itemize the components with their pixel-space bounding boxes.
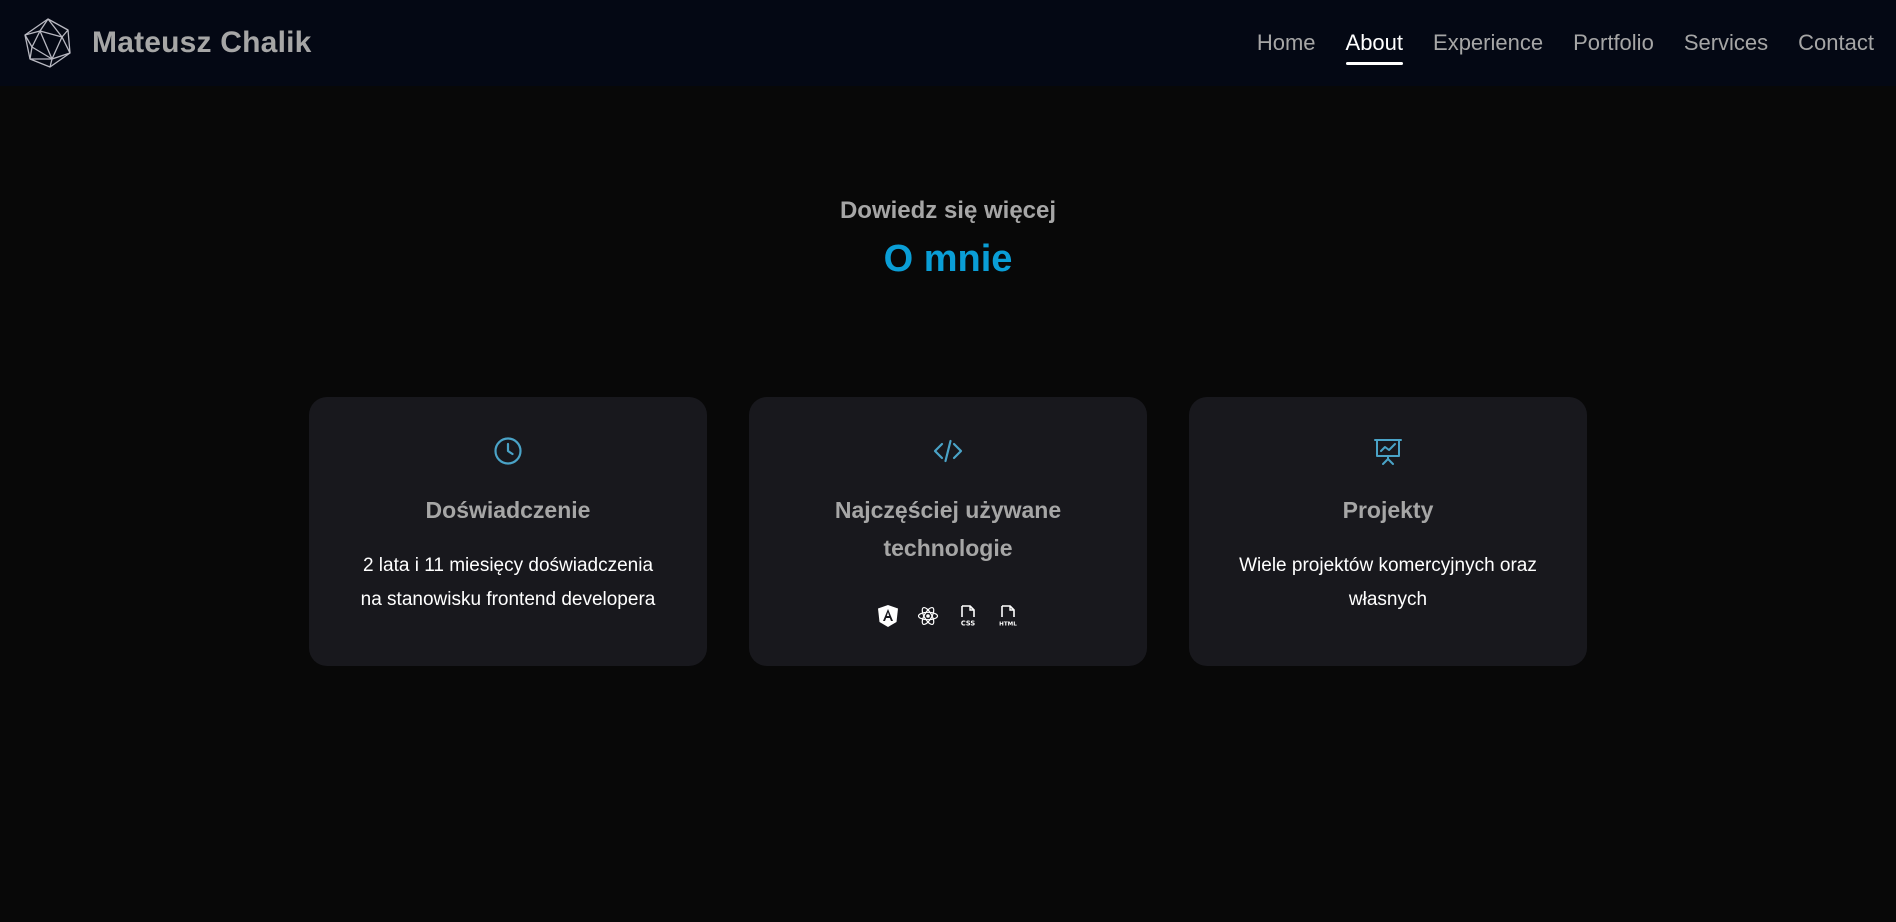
top-navbar: Mateusz Chalik Home About Experience Por… [0,0,1896,86]
css-badge-text: CSS [961,620,975,628]
section-subtitle: Dowiedz się więcej [839,197,1057,224]
technologies-card: Najczęściej używane technologie CSS HTML [749,397,1147,666]
react-icon [917,606,939,626]
section-title: O mnie [883,238,1013,280]
angular-icon [878,605,898,627]
clock-icon [494,437,522,465]
projects-card: Projekty Wiele projektów komercyjnych or… [1189,397,1587,666]
card-text: 2 lata i 11 miesięcy doświadczenia na st… [339,549,677,617]
card-text-line: na stanowisku frontend developera [360,589,656,610]
tech-icons-row: CSS HTML [749,604,1147,628]
card-text-line: Wiele projektów komercyjnych oraz [1239,555,1537,576]
presentation-chart-icon [1374,439,1402,465]
card-title: Projekty [1342,497,1434,523]
polyhedron-logo-icon [24,18,71,68]
css-file-icon: CSS [961,605,975,628]
html-badge-text: HTML [999,622,1017,628]
brand-name: Mateusz Chalik [92,26,312,59]
main-nav: Home About Experience Portfolio Services… [1227,0,1874,86]
nav-item-about[interactable]: About [1345,30,1403,65]
experience-card: Doświadczenie 2 lata i 11 miesięcy doświ… [309,397,707,666]
brand-home-link[interactable]: Mateusz Chalik [22,17,312,69]
nav-item-experience[interactable]: Experience [1433,30,1543,56]
card-text: Wiele projektów komercyjnych oraz własny… [1219,549,1557,617]
nav-item-contact[interactable]: Contact [1798,30,1874,56]
card-title: Doświadczenie [425,497,591,523]
card-text-line: własnych [1348,589,1428,610]
nav-item-home[interactable]: Home [1257,30,1316,56]
about-cards: Doświadczenie 2 lata i 11 miesięcy doświ… [309,397,1587,666]
html-file-icon: HTML [999,605,1017,628]
nav-item-portfolio[interactable]: Portfolio [1573,30,1654,56]
card-title: Najczęściej używane technologie [834,497,1062,561]
code-icon [933,439,963,463]
nav-item-services[interactable]: Services [1684,30,1768,56]
card-text-line: 2 lata i 11 miesięcy doświadczenia [362,555,654,576]
